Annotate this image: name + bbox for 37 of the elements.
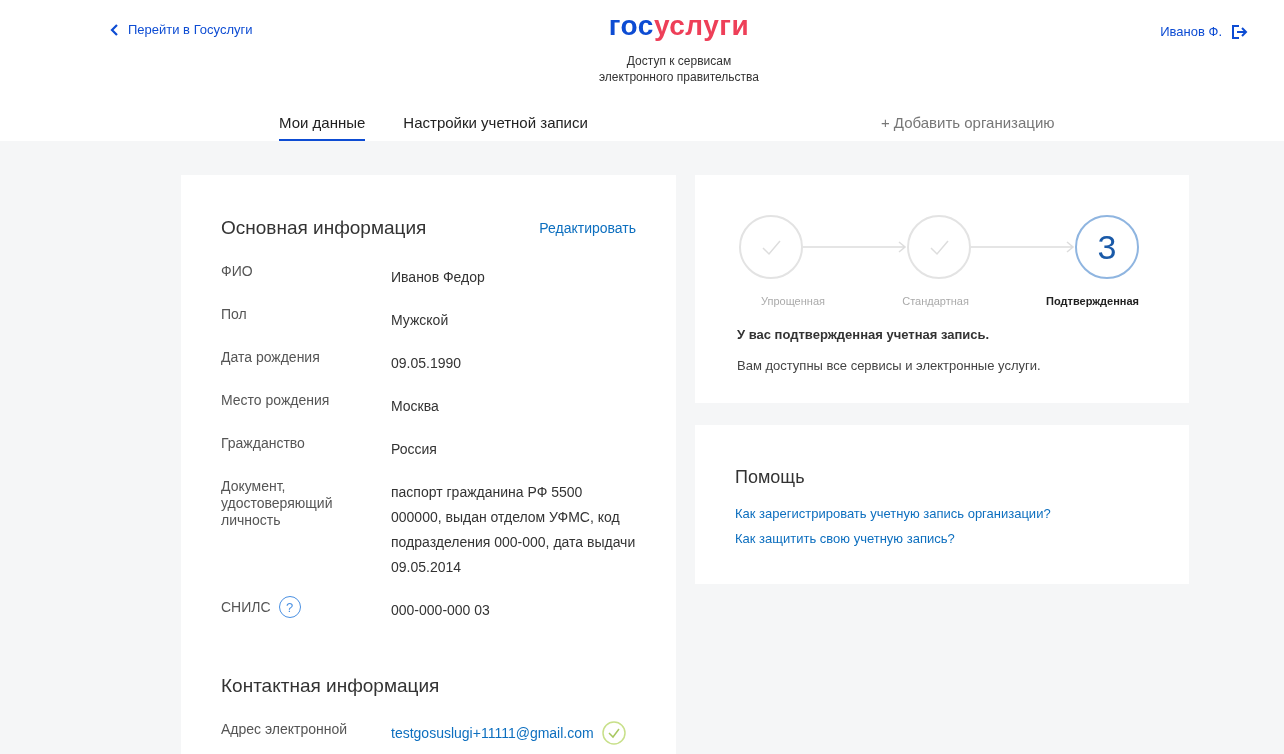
field-label: Место рождения — [221, 392, 331, 409]
field-value: 09.05.1990 — [391, 354, 463, 373]
email-link[interactable]: testgosuslugi+11111@gmail.com — [391, 725, 594, 741]
step-label: Подтвержденная — [1046, 295, 1139, 307]
field-label: Адрес электронной — [221, 721, 349, 738]
step-label: Упрощенная — [761, 295, 825, 307]
tab[interactable]: Мои данные — [279, 114, 366, 141]
status-heading: У вас подтвержденная учетная запись. — [737, 327, 991, 342]
tab[interactable]: Настройки учетной записи — [403, 114, 588, 141]
section-title: Помощь — [735, 467, 806, 488]
add-organization-link[interactable]: + Добавить организацию — [880, 114, 1055, 141]
section-title: Контактная информация — [221, 675, 441, 697]
edit-link[interactable]: Редактировать — [539, 220, 636, 236]
field-value: Москва — [391, 397, 440, 416]
field-value: Мужской — [391, 311, 450, 330]
field-label: Гражданство — [221, 435, 306, 452]
field-label: СНИЛС — [221, 598, 271, 616]
status-text: Вам доступны все сервисы и электронные услуги. — [737, 358, 1042, 373]
field-value: Россия — [391, 440, 438, 459]
field-value: паспорт гражданина РФ 5500 000000, выдан отделом УФМС, код подразделения 000-000, дата выдачи 09.05.2014 — [391, 483, 636, 577]
help-link[interactable]: Как защитить свою учетную запись? — [735, 531, 1149, 546]
section-title: Основная информация — [221, 217, 427, 239]
back-link[interactable]: Перейти в Госуслуги — [110, 22, 253, 37]
field-value: Иванов Федор — [391, 268, 486, 287]
step-label: Стандартная — [902, 295, 969, 307]
field-label: Пол — [221, 306, 248, 323]
logout-icon — [1232, 24, 1248, 39]
help-link[interactable]: Как зарегистрировать учетную запись организации? — [735, 506, 1149, 521]
field-value: 000-000-000 03 — [391, 601, 491, 620]
field-label: Документ, удостоверяющий личность — [221, 478, 334, 529]
subtitle: Доступ к сервисам электронного правительства — [598, 53, 759, 85]
field-label: ФИО — [221, 263, 254, 280]
step-current-circle: 3 — [1075, 215, 1139, 279]
chevron-left-icon — [110, 23, 118, 36]
logo[interactable]: госуслуги — [608, 12, 750, 40]
user-link[interactable]: Иванов Ф. — [1160, 24, 1248, 39]
field-label: Дата рождения — [221, 349, 321, 366]
